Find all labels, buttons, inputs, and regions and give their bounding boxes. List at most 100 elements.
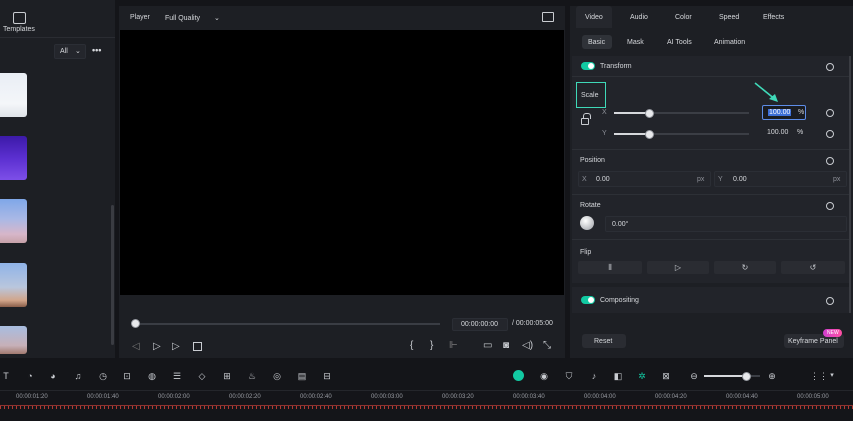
mark-out-icon[interactable]: } [430,341,433,351]
scale-y-slider[interactable] [614,133,749,135]
panel-scrollbar[interactable] [849,56,851,313]
annotation-arrow [754,82,778,102]
insert-icon[interactable]: ⊩ [449,341,458,351]
chevron-down-icon: ⌄ [75,48,81,55]
rotate-left-button[interactable]: ↺ [781,261,845,274]
scale-y-fill [614,133,649,135]
zoom-handle[interactable] [742,372,751,381]
template-thumbnail[interactable] [0,199,27,243]
display-icon[interactable]: ▭ [483,341,492,351]
scale-y-input[interactable]: 100.00 % [762,126,804,139]
more-horizontal-icon[interactable]: ••• [92,45,101,55]
keyframe-icon[interactable] [826,130,834,138]
keyframe-icon[interactable] [826,202,834,210]
speed-ramp-icon[interactable]: ◔ [24,370,36,382]
playback-progress-track[interactable] [135,323,440,325]
color-icon[interactable]: ◕ [47,370,59,382]
transform-toggle[interactable] [581,62,595,70]
keyframe-icon[interactable] [826,297,834,305]
adjust-icon[interactable]: ☰ [171,370,183,382]
ruler-label: 00:00:03:20 [442,394,474,400]
left-scrollbar[interactable] [111,205,114,345]
template-thumbnail[interactable] [0,326,27,354]
mask-icon[interactable]: ◍ [146,370,158,382]
templates-label[interactable]: Templates [3,26,35,33]
stabilize-icon[interactable]: ♨ [246,370,258,382]
filter-dropdown[interactable]: All ⌄ [54,44,86,59]
grid-icon[interactable]: ⋮⋮ [810,370,828,382]
current-time-display[interactable]: 00:00:00:00 [452,318,508,331]
flip-vertical-button[interactable]: ▷ [647,261,709,274]
tab-video[interactable]: Video [576,6,612,28]
mark-in-icon[interactable]: { [410,341,413,351]
clip-icon[interactable]: ⊟ [321,370,333,382]
video-canvas[interactable] [120,30,564,295]
tab-effects[interactable]: Effects [763,14,784,21]
scale-x-handle[interactable] [645,109,654,118]
position-y-field[interactable]: Y 0.00 px [714,171,847,187]
record-icon[interactable]: ◉ [538,370,550,382]
tab-color[interactable]: Color [675,14,692,21]
fullscreen-icon[interactable]: ⤡ [543,341,551,351]
scale-y-unit: % [797,129,804,136]
zoom-out-icon[interactable]: ⊖ [688,370,700,382]
keyframe-icon[interactable] [826,109,834,117]
scale-x-label: X [602,109,607,116]
rotate-right-button[interactable]: ↻ [714,261,776,274]
audio-icon[interactable]: ♫ [72,370,84,382]
compositing-toggle[interactable] [581,296,595,304]
flip-horizontal-button[interactable]: ⫴ [578,261,642,274]
rotate-dial[interactable] [580,216,594,230]
stop-icon[interactable] [193,342,202,351]
layers-icon[interactable]: ◧ [612,370,624,382]
crop-icon[interactable]: ⊡ [121,370,133,382]
tab-speed[interactable]: Speed [719,14,739,21]
play-icon[interactable]: ▷ [172,342,180,352]
template-thumbnail[interactable] [0,73,27,117]
keyframe-icon[interactable] [826,157,834,165]
position-x-field[interactable]: X 0.00 px [578,171,711,187]
rotate-field[interactable]: 0.00° [605,216,847,232]
subtab-basic[interactable]: Basic [582,35,612,49]
subtab-ai-tools[interactable]: AI Tools [667,39,692,46]
zoom-in-icon[interactable]: ⊕ [766,370,778,382]
left-divider [0,37,115,38]
chevron-down-icon[interactable]: ▾ [826,370,838,382]
subtitle-icon[interactable]: ▤ [296,370,308,382]
player-label: Player [130,14,150,21]
render-icon[interactable] [513,370,524,381]
camera-icon[interactable]: ◙ [503,341,509,351]
ruler-label: 00:00:01:40 [87,394,119,400]
freeze-icon[interactable]: ⊞ [221,370,233,382]
quality-dropdown[interactable]: Full Quality ⌄ [165,14,220,22]
template-thumbnail[interactable] [0,263,27,307]
flip-label: Flip [580,249,592,256]
snapshot-icon[interactable] [542,12,554,22]
scale-x-input[interactable]: 100.00 % [762,105,806,120]
tab-audio[interactable]: Audio [630,14,648,21]
play-back-icon[interactable]: ▷ [153,342,161,352]
reset-button[interactable]: Reset [582,334,626,348]
shield-icon[interactable]: ⛉ [563,370,575,382]
subtab-mask[interactable]: Mask [627,39,644,46]
scale-y-handle[interactable] [645,130,654,139]
text-tool-icon[interactable]: T [0,370,12,382]
fit-icon[interactable]: ⊠ [660,370,672,382]
microphone-icon[interactable]: ♪ [588,370,600,382]
link-icon[interactable] [580,113,592,131]
new-badge-label: NEW [827,330,839,336]
template-thumbnail[interactable] [0,136,27,180]
subtab-animation[interactable]: Animation [714,39,745,46]
snap-icon[interactable]: ✲ [636,370,648,382]
rotate-value: 0.00° [612,221,629,228]
timer-icon[interactable]: ◷ [97,370,109,382]
zoom-slider[interactable] [704,375,760,377]
templates-icon[interactable] [13,12,26,24]
previous-frame-icon[interactable]: ◁ [132,342,140,352]
ai-icon[interactable]: ◎ [271,370,283,382]
playback-progress-handle[interactable] [131,319,140,328]
keyframe-icon[interactable] [826,63,834,71]
scale-x-slider[interactable] [614,112,749,114]
volume-icon[interactable]: ◁) [522,341,533,351]
keyframe-track-icon[interactable]: ◇ [196,370,208,382]
